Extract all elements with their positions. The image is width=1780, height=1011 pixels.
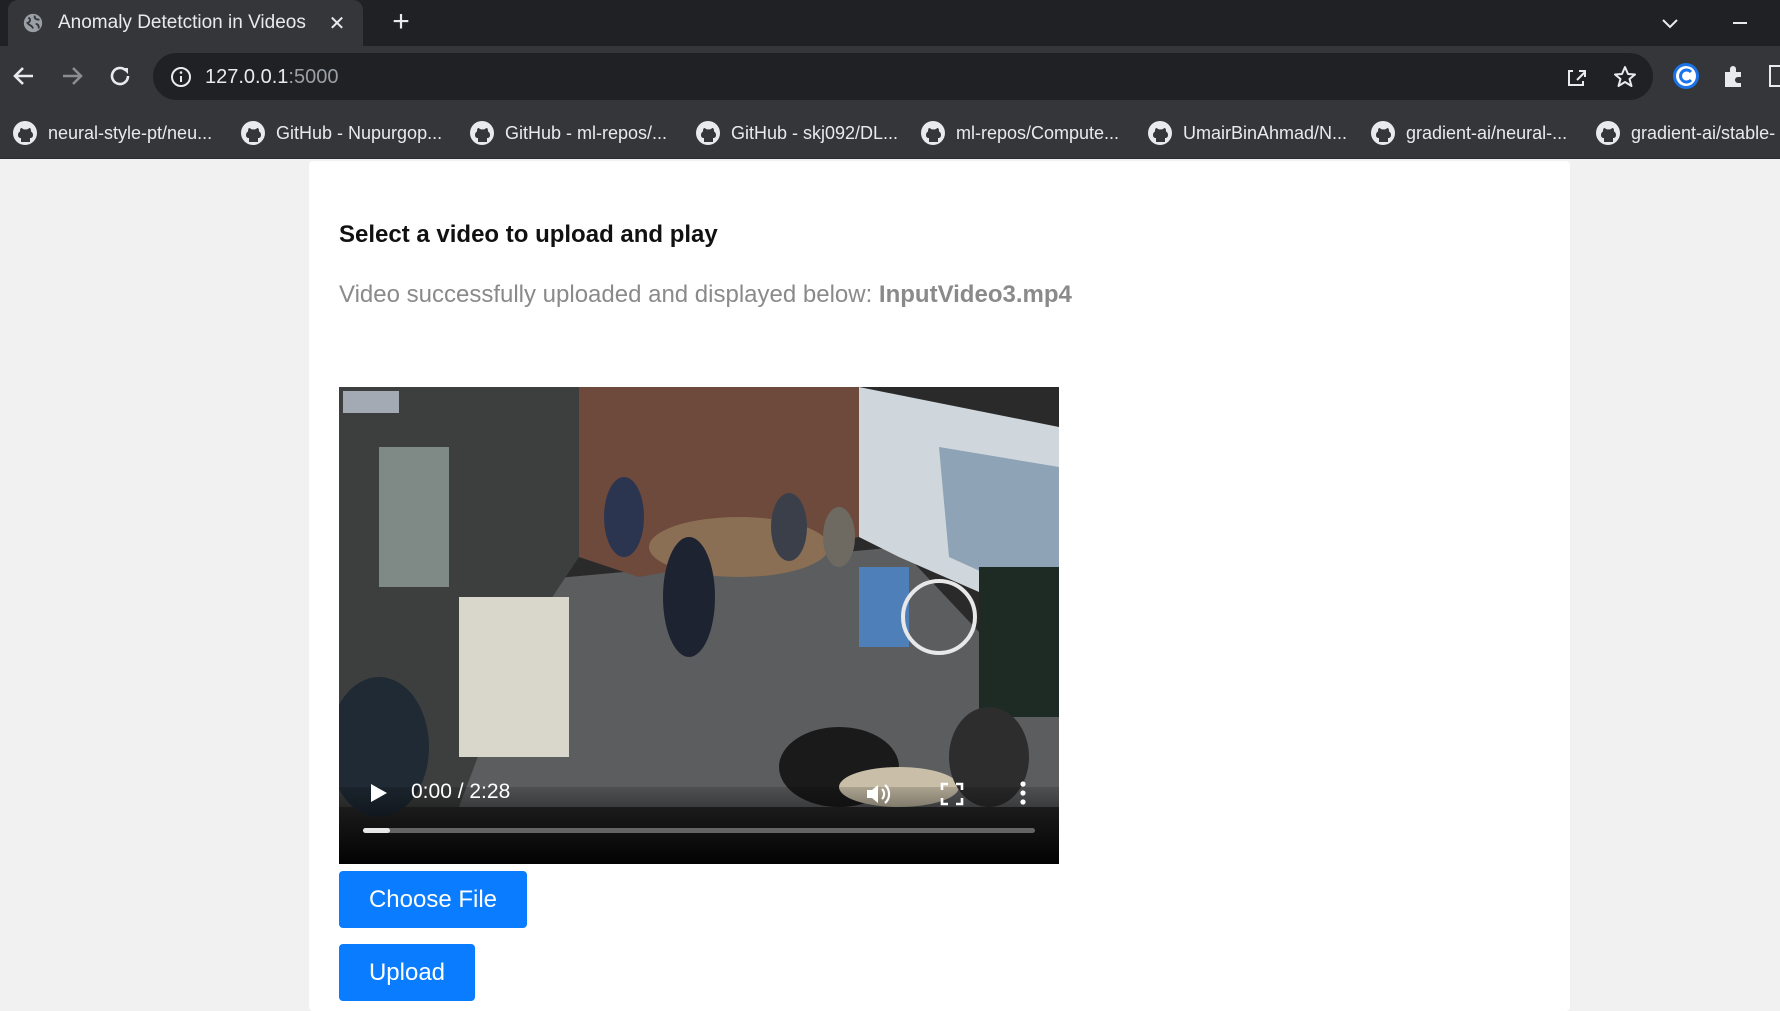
bookmark-item[interactable]: GitHub - Nupurgop... xyxy=(240,118,442,148)
extension-icon[interactable] xyxy=(1718,60,1750,92)
close-icon[interactable]: ✕ xyxy=(325,11,349,36)
bookmark-item[interactable]: UmairBinAhmad/N... xyxy=(1147,118,1347,148)
progress-fill xyxy=(363,828,390,833)
github-icon xyxy=(1596,121,1620,145)
url-text: 127.0.0.1:5000 xyxy=(205,66,339,88)
github-icon xyxy=(921,121,945,145)
bookmark-item[interactable]: GitHub - skj092/DL... xyxy=(695,118,898,148)
uploaded-filename: InputVideo3.mp4 xyxy=(878,281,1072,308)
bookmark-item[interactable]: gradient-ai/neural-... xyxy=(1370,118,1567,148)
tab-title: Anomaly Detetction in Videos xyxy=(58,12,306,33)
minimize-icon[interactable] xyxy=(1725,8,1755,38)
upload-button[interactable]: Upload xyxy=(339,944,475,1001)
github-icon xyxy=(1371,121,1395,145)
forward-icon[interactable] xyxy=(54,58,90,94)
side-panel-icon[interactable] xyxy=(1766,60,1780,92)
profile-icon[interactable] xyxy=(1670,60,1702,92)
more-options-icon[interactable] xyxy=(1017,779,1029,807)
browser-toolbar: 127.0.0.1:5000 xyxy=(0,46,1780,107)
back-icon[interactable] xyxy=(6,58,42,94)
play-icon[interactable] xyxy=(365,780,391,806)
tab-strip: Anomaly Detetction in Videos ✕ + xyxy=(0,0,1780,46)
info-icon[interactable] xyxy=(169,65,193,89)
star-icon[interactable] xyxy=(1611,63,1639,91)
share-icon[interactable] xyxy=(1563,63,1591,91)
page-heading: Select a video to upload and play xyxy=(339,221,718,248)
progress-bar[interactable] xyxy=(363,828,1035,833)
address-bar[interactable]: 127.0.0.1:5000 xyxy=(153,53,1653,100)
bookmarks-bar: neural-style-pt/neu... GitHub - Nupurgop… xyxy=(0,107,1780,159)
github-icon xyxy=(241,121,265,145)
browser-tab[interactable]: Anomaly Detetction in Videos ✕ xyxy=(8,0,363,46)
bookmark-item[interactable]: ml-repos/Compute... xyxy=(920,118,1119,148)
fullscreen-icon[interactable] xyxy=(939,781,965,807)
github-icon xyxy=(13,121,37,145)
time-display: 0:00 / 2:28 xyxy=(411,780,511,803)
bookmark-item[interactable]: gradient-ai/stable- xyxy=(1595,118,1775,148)
bookmark-item[interactable]: GitHub - ml-repos/... xyxy=(469,118,667,148)
choose-file-button[interactable]: Choose File xyxy=(339,871,527,928)
github-icon xyxy=(696,121,720,145)
volume-icon[interactable] xyxy=(863,779,893,809)
github-icon xyxy=(470,121,494,145)
upload-status: Video successfully uploaded and displaye… xyxy=(339,281,1072,308)
globe-icon xyxy=(23,13,43,33)
plus-icon[interactable]: + xyxy=(384,6,418,40)
chevron-down-icon[interactable] xyxy=(1655,8,1685,38)
github-icon xyxy=(1148,121,1172,145)
bookmark-item[interactable]: neural-style-pt/neu... xyxy=(12,118,212,148)
video-player[interactable]: 0:00 / 2:28 xyxy=(339,387,1059,864)
reload-icon[interactable] xyxy=(102,58,138,94)
